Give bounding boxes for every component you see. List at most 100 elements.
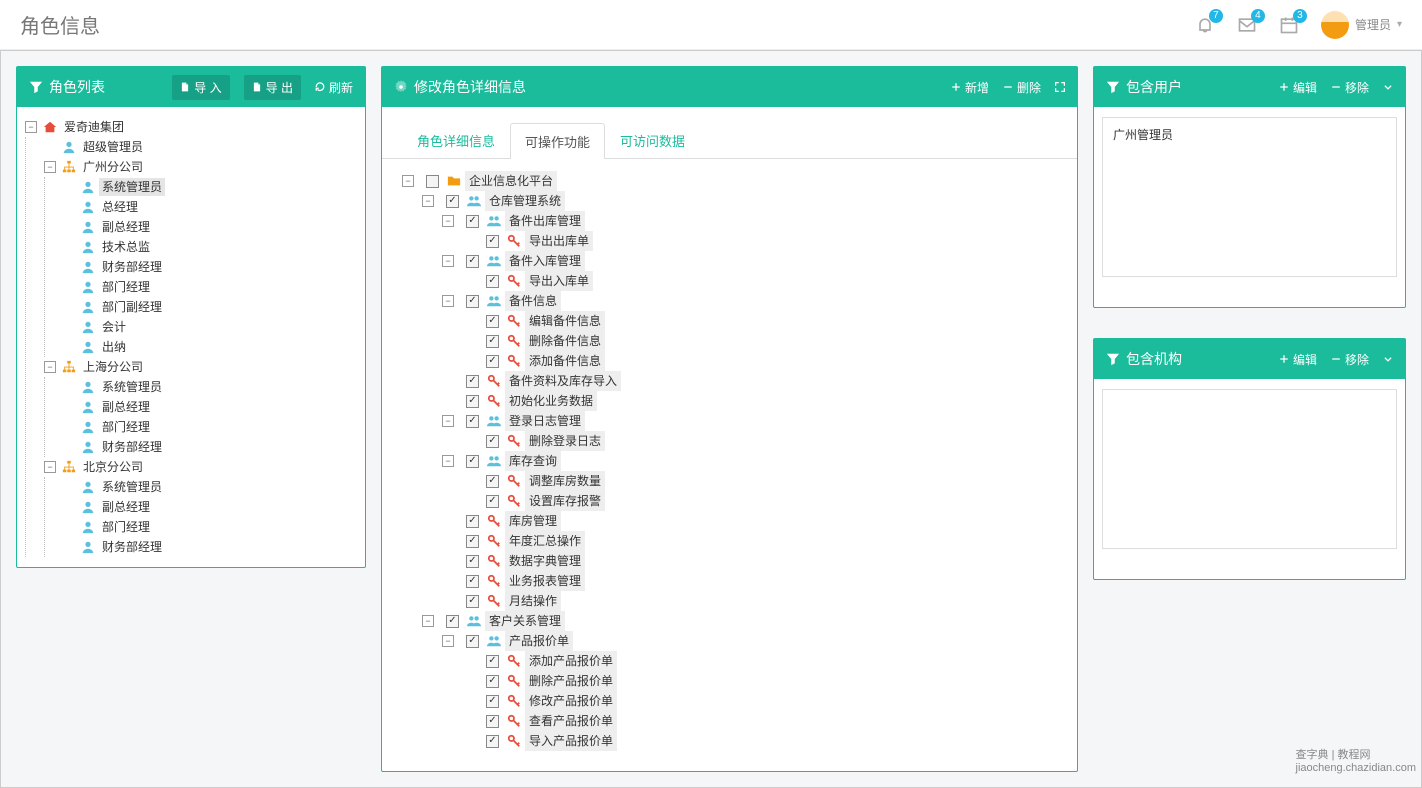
checkbox[interactable] — [486, 675, 499, 688]
refresh-button[interactable]: 刷新 — [315, 79, 353, 96]
perm-node[interactable]: 导入产品报价单 — [525, 731, 617, 751]
users-listbox[interactable]: 广州管理员 — [1102, 117, 1397, 277]
tree-toggle[interactable]: − — [442, 635, 454, 647]
perm-node[interactable]: 初始化业务数据 — [505, 391, 597, 411]
perm-node[interactable]: 业务报表管理 — [505, 571, 585, 591]
tree-node[interactable]: 超级管理员 — [80, 138, 146, 156]
checkbox[interactable] — [446, 195, 459, 208]
tree-node[interactable]: 财务部经理 — [99, 538, 165, 556]
perm-node[interactable]: 删除备件信息 — [525, 331, 605, 351]
tree-node[interactable]: 系统管理员 — [99, 378, 165, 396]
checkbox[interactable] — [446, 615, 459, 628]
tree-toggle[interactable]: − — [44, 161, 56, 173]
users-remove-button[interactable]: 移除 — [1331, 79, 1369, 96]
perm-node[interactable]: 备件出库管理 — [505, 211, 585, 231]
tree-node[interactable]: 副总经理 — [99, 398, 153, 416]
checkbox[interactable] — [486, 435, 499, 448]
tree-toggle[interactable]: − — [422, 615, 434, 627]
checkbox[interactable] — [486, 495, 499, 508]
perm-node[interactable]: 年度汇总操作 — [505, 531, 585, 551]
tree-node[interactable]: 北京分公司 — [80, 458, 146, 476]
tree-toggle[interactable]: − — [442, 215, 454, 227]
list-item[interactable]: 广州管理员 — [1113, 124, 1386, 145]
perm-node[interactable]: 修改产品报价单 — [525, 691, 617, 711]
checkbox[interactable] — [486, 695, 499, 708]
users-collapse-button[interactable] — [1383, 82, 1393, 92]
checkbox[interactable] — [426, 175, 439, 188]
tree-toggle[interactable]: − — [44, 461, 56, 473]
perm-node[interactable]: 添加备件信息 — [525, 351, 605, 371]
tree-toggle[interactable]: − — [25, 121, 37, 133]
tree-toggle[interactable]: − — [442, 255, 454, 267]
notifications-bell[interactable]: 7 — [1195, 15, 1215, 35]
checkbox[interactable] — [486, 715, 499, 728]
users-edit-button[interactable]: 编辑 — [1279, 79, 1317, 96]
checkbox[interactable] — [466, 375, 479, 388]
tree-node[interactable]: 广州分公司 — [80, 158, 146, 176]
perm-node[interactable]: 备件入库管理 — [505, 251, 585, 271]
checkbox[interactable] — [486, 315, 499, 328]
tree-node[interactable]: 部门经理 — [99, 418, 153, 436]
checkbox[interactable] — [466, 415, 479, 428]
perm-node[interactable]: 登录日志管理 — [505, 411, 585, 431]
tab-data[interactable]: 可访问数据 — [605, 122, 700, 158]
perm-node[interactable]: 导出出库单 — [525, 231, 593, 251]
tree-node[interactable]: 总经理 — [99, 198, 141, 216]
perm-node[interactable]: 编辑备件信息 — [525, 311, 605, 331]
tree-node[interactable]: 系统管理员 — [99, 478, 165, 496]
perm-node[interactable]: 月结操作 — [505, 591, 561, 611]
tree-node[interactable]: 部门副经理 — [99, 298, 165, 316]
tree-toggle[interactable]: − — [422, 195, 434, 207]
tree-node[interactable]: 会计 — [99, 318, 129, 336]
tree-node[interactable]: 副总经理 — [99, 498, 153, 516]
tree-node[interactable]: 爱奇迪集团 — [61, 118, 127, 136]
perm-node[interactable]: 备件信息 — [505, 291, 561, 311]
perm-node[interactable]: 仓库管理系统 — [485, 191, 565, 211]
checkbox[interactable] — [466, 455, 479, 468]
perm-node[interactable]: 导出入库单 — [525, 271, 593, 291]
tree-node[interactable]: 出纳 — [99, 338, 129, 356]
notifications-mail[interactable]: 4 — [1237, 15, 1257, 35]
add-button[interactable]: 新增 — [951, 79, 989, 96]
checkbox[interactable] — [486, 235, 499, 248]
export-button[interactable]: 导 出 — [244, 75, 301, 100]
tree-node[interactable]: 部门经理 — [99, 518, 153, 536]
tree-node-selected[interactable]: 系统管理员 — [99, 178, 165, 196]
import-button[interactable]: 导 入 — [172, 75, 229, 100]
delete-button[interactable]: 删除 — [1003, 79, 1041, 96]
perm-node[interactable]: 删除产品报价单 — [525, 671, 617, 691]
checkbox[interactable] — [486, 275, 499, 288]
checkbox[interactable] — [466, 555, 479, 568]
tree-node[interactable]: 部门经理 — [99, 278, 153, 296]
perm-node[interactable]: 添加产品报价单 — [525, 651, 617, 671]
perm-node[interactable]: 调整库房数量 — [525, 471, 605, 491]
admin-menu[interactable]: 管理员 ▾ — [1321, 11, 1402, 39]
checkbox[interactable] — [466, 535, 479, 548]
perm-node[interactable]: 企业信息化平台 — [465, 171, 557, 191]
checkbox[interactable] — [486, 735, 499, 748]
checkbox[interactable] — [466, 395, 479, 408]
checkbox[interactable] — [466, 635, 479, 648]
checkbox[interactable] — [486, 475, 499, 488]
tab-detail[interactable]: 角色详细信息 — [402, 122, 510, 158]
perm-node[interactable]: 库房管理 — [505, 511, 561, 531]
checkbox[interactable] — [486, 335, 499, 348]
tree-node[interactable]: 上海分公司 — [80, 358, 146, 376]
tree-toggle[interactable]: − — [442, 455, 454, 467]
tree-toggle[interactable]: − — [442, 295, 454, 307]
tree-node[interactable]: 财务部经理 — [99, 438, 165, 456]
tree-toggle[interactable]: − — [442, 415, 454, 427]
orgs-listbox[interactable] — [1102, 389, 1397, 549]
orgs-collapse-button[interactable] — [1383, 354, 1393, 364]
tab-functions[interactable]: 可操作功能 — [510, 123, 605, 159]
perm-node[interactable]: 产品报价单 — [505, 631, 573, 651]
perm-node[interactable]: 备件资料及库存导入 — [505, 371, 621, 391]
perm-node[interactable]: 客户关系管理 — [485, 611, 565, 631]
checkbox[interactable] — [466, 295, 479, 308]
orgs-remove-button[interactable]: 移除 — [1331, 351, 1369, 368]
tree-node[interactable]: 财务部经理 — [99, 258, 165, 276]
orgs-edit-button[interactable]: 编辑 — [1279, 351, 1317, 368]
tree-node[interactable]: 技术总监 — [99, 238, 153, 256]
notifications-calendar[interactable]: 3 — [1279, 15, 1299, 35]
checkbox[interactable] — [466, 255, 479, 268]
